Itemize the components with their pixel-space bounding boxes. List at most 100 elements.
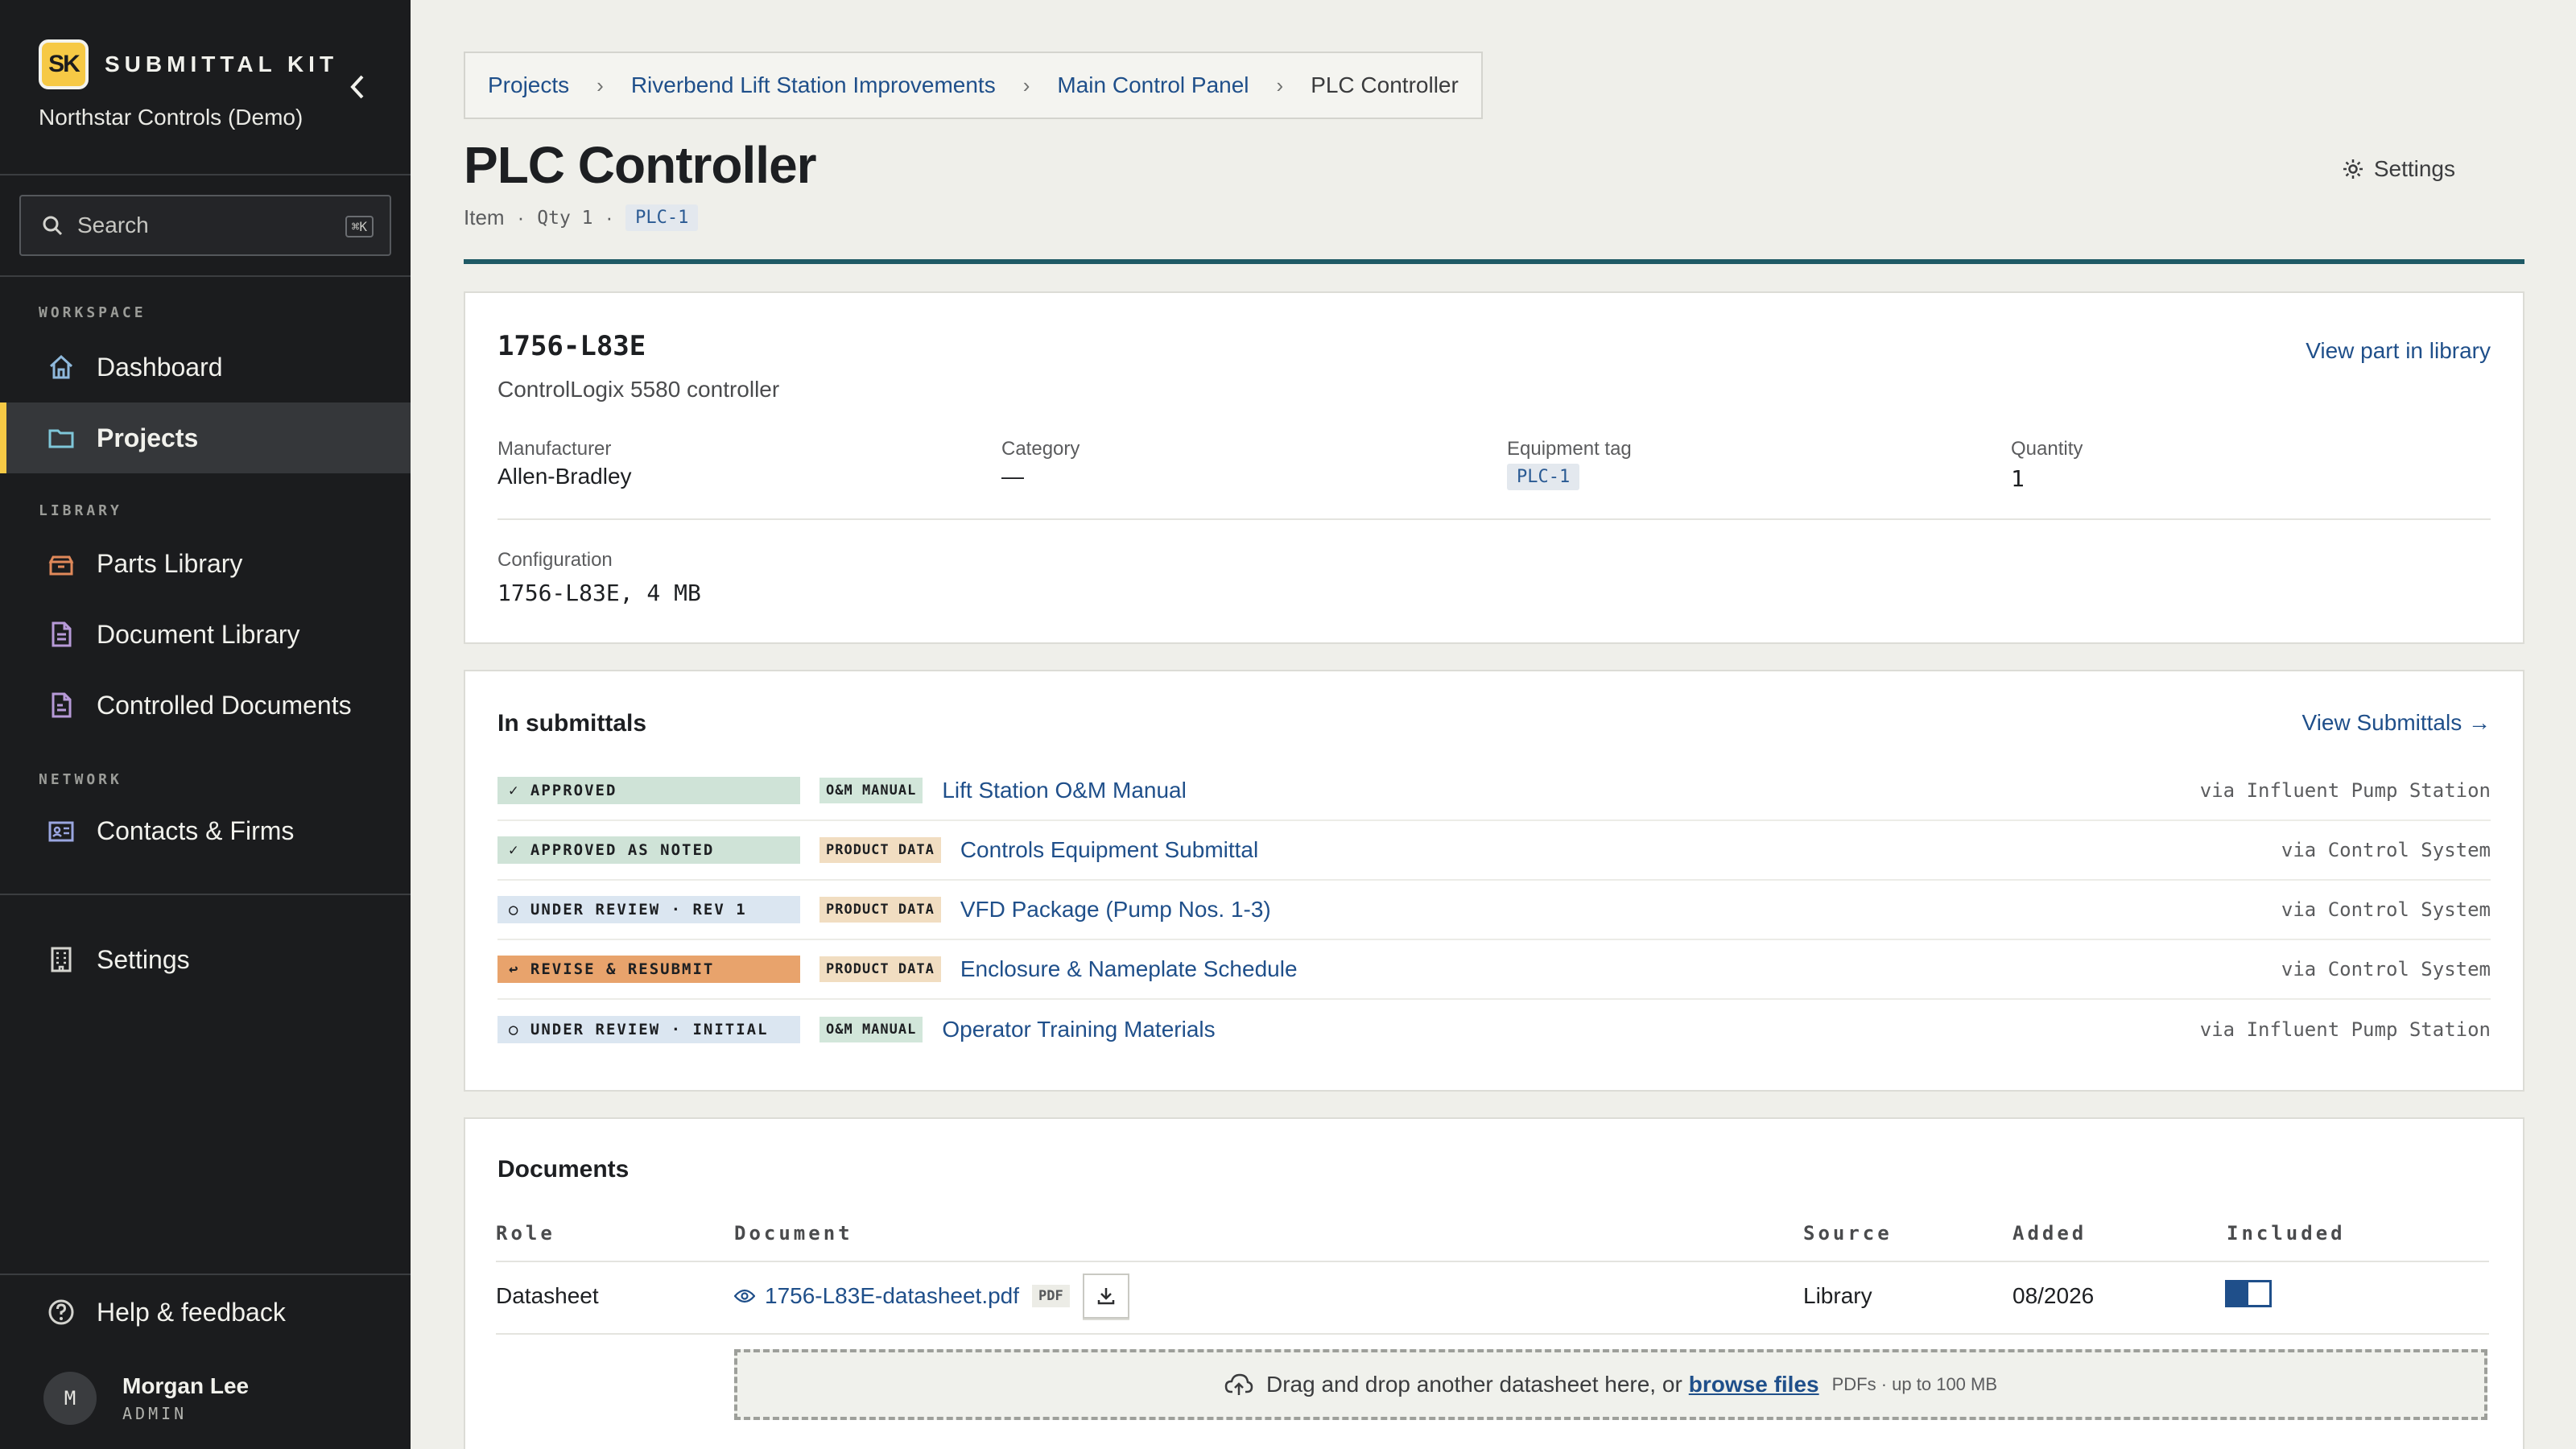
configuration-label: Configuration: [497, 549, 613, 571]
submittals-title: In submittals: [497, 710, 647, 737]
sidebar-divider: [0, 1274, 411, 1275]
submittal-link[interactable]: Controls Equipment Submittal: [960, 837, 1258, 863]
submittal-type-badge: PRODUCT DATA: [819, 837, 941, 863]
sidebar-item-label: Dashboard: [97, 352, 223, 382]
controlled-document-icon: [45, 689, 77, 721]
submittal-via: via Control System: [2281, 898, 2491, 921]
status-badge: ○ UNDER REVIEW · INITIAL: [497, 1016, 800, 1043]
submittal-link[interactable]: Operator Training Materials: [942, 1017, 1215, 1042]
title-divider: [464, 259, 2524, 264]
collapse-sidebar-button[interactable]: [338, 71, 377, 103]
section-library: LIBRARY: [39, 502, 122, 519]
search-icon: [43, 216, 63, 236]
home-icon: [45, 351, 77, 383]
submittal-via: via Control System: [2281, 958, 2491, 980]
sidebar: SK SUBMITTAL KIT Northstar Controls (Dem…: [0, 0, 411, 1449]
download-button[interactable]: [1082, 1274, 1129, 1319]
box-icon: [45, 547, 77, 580]
dropzone-hint: PDFs · up to 100 MB: [1831, 1374, 1998, 1394]
sidebar-item-dashboard[interactable]: Dashboard: [0, 332, 411, 402]
equipment-tag-wrap: PLC-1: [1507, 462, 1580, 490]
sidebar-item-controlled-documents[interactable]: Controlled Documents: [0, 670, 411, 741]
configuration-value: 1756-L83E, 4 MB: [497, 580, 701, 606]
settings-label: Settings: [2373, 156, 2455, 181]
user-name: Morgan Lee: [122, 1373, 250, 1398]
document-icon: [45, 618, 77, 650]
submittals-card: In submittals View Submittals → ✓ APPROV…: [464, 670, 2524, 1092]
submittal-row[interactable]: ○ UNDER REVIEW · REV 1 PRODUCT DATA VFD …: [497, 881, 2491, 940]
eye-icon[interactable]: [734, 1288, 755, 1304]
column-included[interactable]: Included: [2227, 1222, 2346, 1245]
sidebar-item-label: Settings: [97, 944, 190, 974]
document-added: 08/2026: [2013, 1283, 2095, 1308]
org-name[interactable]: Northstar Controls (Demo): [39, 105, 303, 130]
status-badge: ✓ APPROVED: [497, 777, 800, 804]
column-role[interactable]: Role: [496, 1222, 555, 1245]
sidebar-item-help[interactable]: Help & feedback: [0, 1277, 411, 1348]
submittal-via: via Control System: [2281, 839, 2491, 861]
category-label: Category: [1001, 438, 1080, 460]
contact-card-icon: [45, 815, 77, 847]
breadcrumb-project[interactable]: Riverbend Lift Station Improvements: [631, 72, 996, 98]
sidebar-item-projects[interactable]: Projects: [0, 402, 411, 473]
brand-logo: SK: [39, 39, 89, 89]
status-badge: ✓ APPROVED AS NOTED: [497, 836, 800, 864]
submittal-link[interactable]: VFD Package (Pump Nos. 1-3): [960, 897, 1271, 923]
sidebar-divider: [0, 894, 411, 895]
breadcrumb: Projects › Riverbend Lift Station Improv…: [464, 52, 1483, 119]
item-meta: Item · Qty 1 · PLC-1: [464, 204, 699, 231]
submittal-row[interactable]: ↩ REVISE & RESUBMIT PRODUCT DATA Enclosu…: [497, 940, 2491, 1000]
breadcrumb-panel[interactable]: Main Control Panel: [1057, 72, 1249, 98]
sidebar-search[interactable]: Search ⌘K: [19, 195, 391, 256]
submittal-row[interactable]: ✓ APPROVED O&M MANUAL Lift Station O&M M…: [497, 762, 2491, 821]
dropzone-text: Drag and drop another datasheet here, or: [1265, 1372, 1682, 1397]
sidebar-item-label: Controlled Documents: [97, 690, 352, 720]
submittal-type-badge: O&M MANUAL: [819, 778, 923, 803]
part-description: ControlLogix 5580 controller: [497, 377, 780, 402]
column-document[interactable]: Document: [734, 1222, 853, 1245]
row-divider: [496, 1333, 2489, 1335]
included-toggle[interactable]: [2225, 1280, 2272, 1307]
view-submittals-link[interactable]: View Submittals →: [2302, 710, 2491, 736]
sidebar-item-contacts-firms[interactable]: Contacts & Firms: [0, 795, 411, 866]
sidebar-item-document-library[interactable]: Document Library: [0, 599, 411, 670]
item-settings-button[interactable]: Settings: [2342, 156, 2455, 182]
submittal-row[interactable]: ○ UNDER REVIEW · INITIAL O&M MANUAL Oper…: [497, 1000, 2491, 1059]
meta-dot: ·: [517, 205, 525, 229]
submittal-via: via Influent Pump Station: [2199, 779, 2491, 802]
sidebar-item-label: Contacts & Firms: [97, 815, 295, 845]
column-added[interactable]: Added: [2013, 1222, 2087, 1245]
user-menu[interactable]: M Morgan Lee ADMIN: [43, 1372, 249, 1425]
item-tag: PLC-1: [625, 204, 699, 231]
equipment-tag-label: Equipment tag: [1507, 438, 1632, 460]
item-qty: Qty 1: [537, 207, 593, 229]
toggle-knob: [2248, 1282, 2269, 1305]
submittal-row[interactable]: ✓ APPROVED AS NOTED PRODUCT DATA Control…: [497, 821, 2491, 881]
submittal-type-badge: PRODUCT DATA: [819, 956, 941, 982]
submittal-link[interactable]: Enclosure & Nameplate Schedule: [960, 956, 1298, 982]
brand[interactable]: SK SUBMITTAL KIT: [39, 39, 338, 90]
main-content: Projects › Riverbend Lift Station Improv…: [411, 0, 2576, 1449]
sidebar-item-parts-library[interactable]: Parts Library: [0, 528, 411, 599]
category-value: —: [1001, 464, 1024, 489]
view-part-in-library-link[interactable]: View part in library: [2306, 338, 2491, 364]
table-header-divider: [496, 1261, 2489, 1262]
document-source: Library: [1803, 1283, 1872, 1308]
upload-cloud-icon: [1224, 1373, 1253, 1395]
card-divider: [497, 518, 2491, 520]
section-network: NETWORK: [39, 771, 122, 788]
sidebar-item-label: Parts Library: [97, 548, 243, 578]
part-number: 1756-L83E: [497, 330, 646, 362]
browse-files-link[interactable]: browse files: [1689, 1372, 1819, 1397]
search-label: Search: [77, 213, 149, 237]
sidebar-item-settings[interactable]: Settings: [0, 924, 411, 995]
brand-name: SUBMITTAL KIT: [105, 52, 339, 76]
help-icon: [45, 1296, 77, 1328]
section-workspace: WORKSPACE: [39, 304, 147, 321]
breadcrumb-projects[interactable]: Projects: [488, 72, 569, 98]
column-source[interactable]: Source: [1803, 1222, 1893, 1245]
submittal-link[interactable]: Lift Station O&M Manual: [942, 778, 1186, 803]
datasheet-dropzone[interactable]: Drag and drop another datasheet here, or…: [734, 1349, 2487, 1420]
document-role: Datasheet: [496, 1283, 599, 1308]
document-file-link[interactable]: 1756-L83E-datasheet.pdf: [765, 1283, 1019, 1309]
